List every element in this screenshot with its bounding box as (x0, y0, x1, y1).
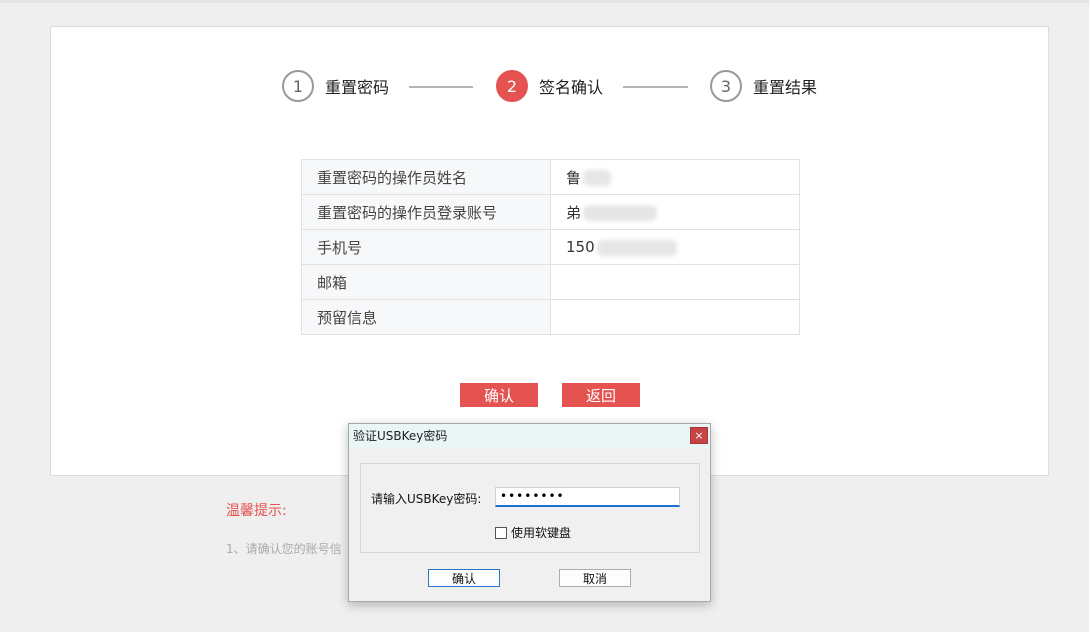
main-card: 1 重置密码 2 签名确认 3 重置结果 重置密码的操作员姓名 鲁 重置密码的操… (50, 26, 1049, 476)
soft-keyboard-checkbox[interactable]: 使用软键盘 (495, 524, 571, 541)
password-label: 请输入USBKey密码: (371, 492, 482, 506)
confirm-button[interactable]: 确认 (460, 383, 538, 407)
page: 1 重置密码 2 签名确认 3 重置结果 重置密码的操作员姓名 鲁 重置密码的操… (0, 0, 1089, 632)
usbkey-password-input[interactable]: •••••••• (495, 487, 680, 507)
operator-account-value: 弟 (566, 203, 582, 222)
redacted-mask (583, 170, 612, 186)
row-value: 150 (550, 229, 800, 265)
row-key: 预留信息 (301, 299, 551, 335)
back-button[interactable]: 返回 (562, 383, 640, 407)
email-value (550, 264, 800, 300)
row-key: 重置密码的操作员登录账号 (301, 194, 551, 230)
step-connector-1 (409, 86, 473, 88)
row-value: 鲁 (550, 159, 800, 195)
step-2: 2 签名确认 (496, 67, 603, 105)
checkbox-icon[interactable] (495, 526, 507, 539)
table-row: 邮箱 (301, 264, 800, 300)
operator-info-table: 重置密码的操作员姓名 鲁 重置密码的操作员登录账号 弟 手机号 150 邮箱 预… (301, 159, 800, 335)
table-row: 预留信息 (301, 299, 800, 335)
redacted-mask (596, 239, 677, 256)
step-1-label: 重置密码 (325, 78, 390, 97)
phone-value: 150 (566, 238, 595, 256)
row-key: 重置密码的操作员姓名 (301, 159, 551, 195)
table-row: 重置密码的操作员姓名 鲁 (301, 159, 800, 195)
step-3-circle: 3 (710, 70, 742, 102)
step-3-label: 重置结果 (753, 78, 818, 97)
row-key: 邮箱 (301, 264, 551, 300)
step-3: 3 重置结果 (710, 67, 817, 105)
dialog-ok-button[interactable]: 确认 (428, 569, 500, 587)
row-key: 手机号 (301, 229, 551, 265)
step-2-circle: 2 (496, 70, 528, 102)
close-icon[interactable]: × (690, 427, 708, 444)
dialog-title: 验证USBKey密码 (349, 424, 710, 448)
dialog-cancel-button[interactable]: 取消 (559, 569, 631, 587)
step-connector-2 (623, 86, 688, 88)
usbkey-password-dialog: 验证USBKey密码 × 请输入USBKey密码: •••••••• 使用软键盘… (348, 423, 711, 602)
step-indicator: 1 重置密码 2 签名确认 3 重置结果 (51, 67, 1048, 107)
tips-title: 温馨提示: (226, 503, 287, 519)
dialog-group-box: 请输入USBKey密码: •••••••• 使用软键盘 (360, 463, 700, 553)
reserved-info-value (550, 299, 800, 335)
top-bar (0, 0, 1089, 3)
table-row: 手机号 150 (301, 229, 800, 265)
soft-keyboard-label: 使用软键盘 (511, 526, 572, 540)
step-1-circle: 1 (282, 70, 314, 102)
redacted-mask (583, 205, 658, 221)
operator-name-value: 鲁 (566, 168, 582, 187)
table-row: 重置密码的操作员登录账号 弟 (301, 194, 800, 230)
step-2-label: 签名确认 (539, 78, 604, 97)
step-1: 1 重置密码 (282, 67, 389, 105)
tips-line: 1、请确认您的账号信 (226, 542, 342, 556)
row-value: 弟 (550, 194, 800, 230)
